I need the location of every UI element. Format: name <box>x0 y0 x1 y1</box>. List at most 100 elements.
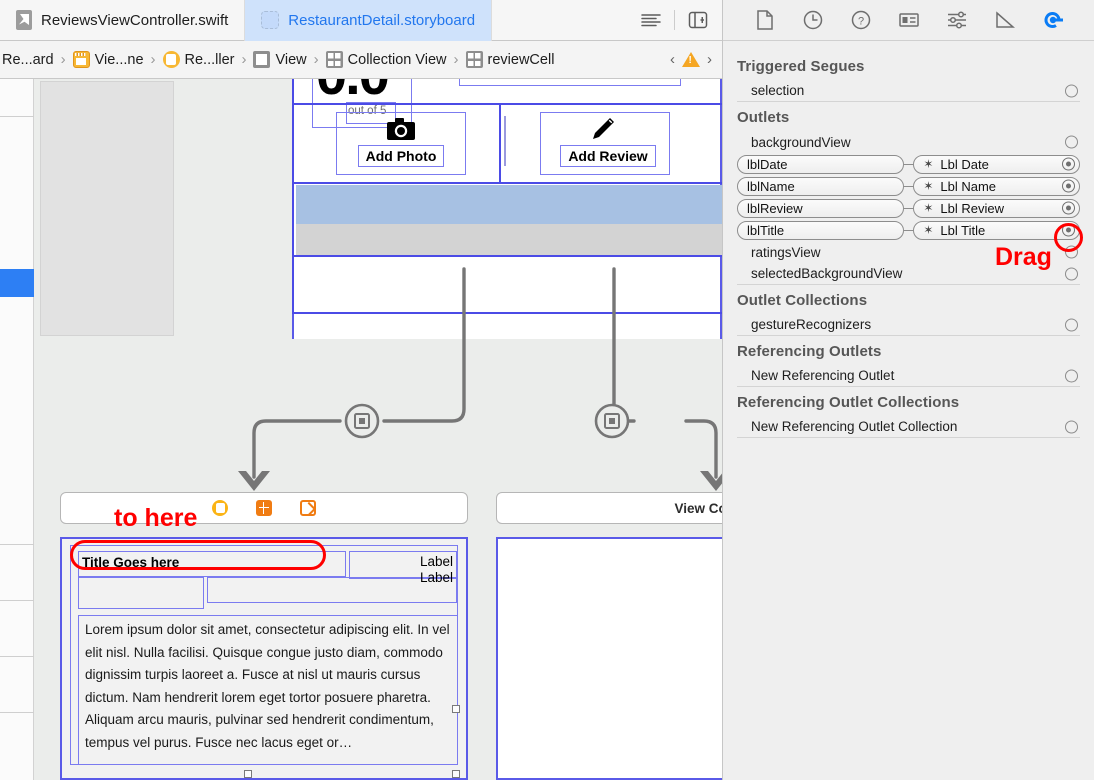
resize-handle[interactable] <box>452 705 460 713</box>
view-controller-icon[interactable] <box>212 500 228 516</box>
next-issue-button[interactable]: › <box>707 51 712 68</box>
review-cell-scene[interactable]: Title Goes here Label Label Lorem ipsum … <box>60 537 468 780</box>
editor-buttons <box>640 10 722 30</box>
connections-inspector: ? Triggered Segues selection Outlets bac… <box>722 0 1094 780</box>
row-new-referencing-outlet-collection[interactable]: New Referencing Outlet Collection <box>737 416 1080 438</box>
tab-label: ReviewsViewController.swift <box>41 11 229 29</box>
connection-well[interactable] <box>1065 84 1078 97</box>
add-review-label: Add Review <box>568 148 648 164</box>
outline-divider <box>0 600 34 601</box>
disconnect-icon[interactable]: ✶ <box>923 201 933 215</box>
review-body-label[interactable]: Lorem ipsum dolor sit amet, consectetur … <box>78 615 458 765</box>
breadcrumb-label: reviewCell <box>487 51 555 68</box>
detail-header-cell[interactable]: 0.0 out of 5 Add Photo <box>292 79 722 339</box>
attributes-inspector-icon[interactable] <box>946 9 968 31</box>
name-label-outline[interactable] <box>459 79 681 86</box>
outlet-target-label: Lbl Title <box>940 222 986 238</box>
outlet-target-pill[interactable]: ✶ Lbl Name <box>913 176 1080 196</box>
storyboard-canvas[interactable]: 0.0 out of 5 Add Photo <box>34 79 722 780</box>
connection-well[interactable] <box>1065 369 1078 382</box>
row-lblDate[interactable]: lblDate ✶ Lbl Date <box>737 153 1080 175</box>
toolbar-divider <box>674 10 675 30</box>
connection-well-filled[interactable] <box>1062 201 1075 215</box>
view-controller-scene[interactable] <box>496 537 722 780</box>
annotation-to-here: to here <box>114 504 198 532</box>
editor-tab-bar: ReviewsViewController.swift RestaurantDe… <box>0 0 722 41</box>
disconnect-icon[interactable]: ✶ <box>923 223 933 237</box>
tab-restaurant-detail-storyboard[interactable]: RestaurantDetail.storyboard <box>245 0 493 41</box>
offscreen-scene-placeholder[interactable] <box>40 81 174 336</box>
connection-line <box>903 229 914 231</box>
document-outline-strip[interactable] <box>0 79 34 780</box>
editor-options-icon[interactable] <box>640 12 662 28</box>
breadcrumb-item-view[interactable]: View <box>253 51 307 68</box>
outline-divider <box>0 544 34 545</box>
outlet-target-label: Lbl Date <box>940 156 989 172</box>
row-lblReview[interactable]: lblReview ✶ Lbl Review <box>737 197 1080 219</box>
buttons-split-inner <box>504 116 506 166</box>
exit-icon[interactable] <box>300 500 316 516</box>
inspector-content: Triggered Segues selection Outlets backg… <box>723 41 1094 438</box>
breadcrumb-label: Re...ller <box>184 51 235 68</box>
outlet-target-pill[interactable]: ✶ Lbl Review <box>913 198 1080 218</box>
row-lblName[interactable]: lblName ✶ Lbl Name <box>737 175 1080 197</box>
connection-well[interactable] <box>1065 267 1078 280</box>
connection-well[interactable] <box>1065 420 1078 433</box>
collection-view-cell-icon <box>465 51 483 68</box>
subtitle-outline[interactable] <box>78 577 204 609</box>
row-selection[interactable]: selection <box>737 80 1080 102</box>
scene-dock-right[interactable]: View Con <box>496 492 722 524</box>
disconnect-icon[interactable]: ✶ <box>923 179 933 193</box>
outlet-name-pill[interactable]: lblName <box>737 176 904 196</box>
selected-collection-view-band[interactable] <box>296 185 722 224</box>
warning-triangle-icon[interactable] <box>682 52 700 67</box>
breadcrumb-item-review-cell[interactable]: reviewCell <box>465 51 555 68</box>
add-editor-icon[interactable] <box>687 10 709 30</box>
file-inspector-icon[interactable] <box>754 9 776 31</box>
first-responder-icon[interactable] <box>256 500 272 516</box>
outlet-name-pill[interactable]: lblTitle <box>737 220 904 240</box>
inspector-toolbar: ? <box>723 0 1094 41</box>
breadcrumb-item-view-scene[interactable]: Vie...ne <box>72 51 144 68</box>
outlet-target-pill[interactable]: ✶ Lbl Date <box>913 154 1080 174</box>
breadcrumb-item-collection-view[interactable]: Collection View <box>325 51 447 68</box>
breadcrumb-label: View <box>275 51 307 68</box>
section-title-outlet-collections: Outlet Collections <box>737 292 868 309</box>
collection-view-band[interactable] <box>296 224 722 255</box>
breadcrumb-item-storyboard-file[interactable]: Re...ard <box>2 52 54 68</box>
cell-bottom-border <box>294 255 722 257</box>
outlet-name-pill[interactable]: lblDate <box>737 154 904 174</box>
previous-issue-button[interactable]: ‹ <box>670 51 675 68</box>
resize-handle[interactable] <box>452 770 460 778</box>
tab-reviews-view-controller[interactable]: ReviewsViewController.swift <box>0 0 246 41</box>
breadcrumb-label: Collection View <box>347 51 447 68</box>
quick-help-inspector-icon[interactable]: ? <box>850 9 872 31</box>
row-label: selection <box>751 83 805 98</box>
tab-label: RestaurantDetail.storyboard <box>288 11 476 29</box>
storyboard-icon <box>72 51 90 68</box>
connection-well[interactable] <box>1065 135 1078 149</box>
connections-inspector-icon[interactable] <box>1042 9 1064 31</box>
swift-file-icon <box>16 10 32 30</box>
history-inspector-icon[interactable] <box>802 9 824 31</box>
outline-selected-row[interactable] <box>0 269 34 297</box>
connection-well[interactable] <box>1065 318 1078 331</box>
disconnect-icon[interactable]: ✶ <box>923 157 933 171</box>
breadcrumb-items: Re...ard › Vie...ne › Re...ller › View ›… <box>0 51 670 68</box>
size-inspector-icon[interactable] <box>994 9 1016 31</box>
resize-handle[interactable] <box>244 770 252 778</box>
breadcrumb-item-view-controller[interactable]: Re...ller <box>162 51 235 68</box>
outlet-target-label: Lbl Review <box>940 200 1004 216</box>
outlet-name-pill[interactable]: lblReview <box>737 198 904 218</box>
row-new-referencing-outlet[interactable]: New Referencing Outlet <box>737 365 1080 387</box>
section-title-referencing-outlet-collections: Referencing Outlet Collections <box>737 394 960 411</box>
pencil-icon <box>590 116 616 147</box>
row-backgroundView[interactable]: backgroundView <box>737 131 1080 153</box>
row-lblTitle[interactable]: lblTitle ✶ Lbl Title <box>737 219 1080 241</box>
section-title-referencing-outlets: Referencing Outlets <box>737 343 882 360</box>
connection-well-filled[interactable] <box>1062 179 1075 193</box>
identity-inspector-icon[interactable] <box>898 9 920 31</box>
row-gestureRecognizers[interactable]: gestureRecognizers <box>737 314 1080 336</box>
connection-well-filled[interactable] <box>1062 157 1075 171</box>
scene-name-label: View Con <box>674 500 722 516</box>
